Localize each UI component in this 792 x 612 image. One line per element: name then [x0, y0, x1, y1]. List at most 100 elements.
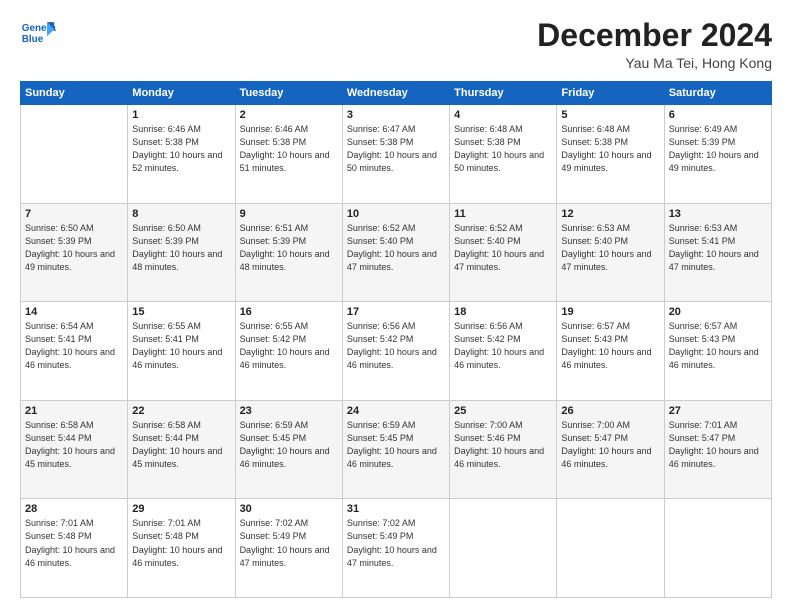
- day-info: Sunrise: 6:53 AMSunset: 5:40 PMDaylight:…: [561, 222, 659, 274]
- day-number: 8: [132, 208, 230, 220]
- calendar-cell: 26Sunrise: 7:00 AMSunset: 5:47 PMDayligh…: [557, 400, 664, 499]
- logo-icon: General Blue: [20, 18, 56, 46]
- calendar-cell: 1 Sunrise: 6:46 AMSunset: 5:38 PMDaylight…: [128, 105, 235, 204]
- header: General Blue December 2024 Yau Ma Tei, H…: [20, 18, 772, 71]
- header-sunday: Sunday: [21, 82, 128, 105]
- day-info: Sunrise: 7:00 AMSunset: 5:47 PMDaylight:…: [561, 419, 659, 471]
- calendar-week-2: 7 Sunrise: 6:50 AMSunset: 5:39 PMDaylight…: [21, 203, 772, 302]
- page: General Blue December 2024 Yau Ma Tei, H…: [0, 0, 792, 612]
- calendar-cell: 17Sunrise: 6:56 AMSunset: 5:42 PMDayligh…: [342, 302, 449, 401]
- day-number: 20: [669, 306, 767, 318]
- calendar-cell: 12 Sunrise: 6:53 AMSunset: 5:40 PMDayligh…: [557, 203, 664, 302]
- day-number: 18: [454, 306, 552, 318]
- calendar-cell: [450, 499, 557, 598]
- day-info: Sunrise: 7:01 AMSunset: 5:48 PMDaylight:…: [25, 517, 123, 569]
- day-info: Sunrise: 7:01 AMSunset: 5:48 PMDaylight:…: [132, 517, 230, 569]
- calendar-cell: 19Sunrise: 6:57 AMSunset: 5:43 PMDayligh…: [557, 302, 664, 401]
- calendar-cell: 30 Sunrise: 7:02 AMSunset: 5:49 PMDayligh…: [235, 499, 342, 598]
- day-number: 5: [561, 109, 659, 121]
- calendar-cell: 23 Sunrise: 6:59 AMSunset: 5:45 PMDayligh…: [235, 400, 342, 499]
- calendar-cell: [557, 499, 664, 598]
- title-block: December 2024 Yau Ma Tei, Hong Kong: [537, 18, 772, 71]
- day-number: 14: [25, 306, 123, 318]
- day-info: Sunrise: 6:48 AMSunset: 5:38 PMDaylight:…: [454, 123, 552, 175]
- day-number: 1: [132, 109, 230, 121]
- day-info: Sunrise: 6:51 AMSunset: 5:39 PMDaylight:…: [240, 222, 338, 274]
- day-info: Sunrise: 6:53 AMSunset: 5:41 PMDaylight:…: [669, 222, 767, 274]
- day-number: 6: [669, 109, 767, 121]
- day-info: Sunrise: 6:46 AMSunset: 5:38 PMDaylight:…: [132, 123, 230, 175]
- day-info: Sunrise: 6:57 AMSunset: 5:43 PMDaylight:…: [561, 320, 659, 372]
- day-info: Sunrise: 6:59 AMSunset: 5:45 PMDaylight:…: [240, 419, 338, 471]
- day-number: 9: [240, 208, 338, 220]
- day-info: Sunrise: 6:55 AMSunset: 5:42 PMDaylight:…: [240, 320, 338, 372]
- calendar-cell: 13 Sunrise: 6:53 AMSunset: 5:41 PMDayligh…: [664, 203, 771, 302]
- calendar-cell: 4 Sunrise: 6:48 AMSunset: 5:38 PMDaylight…: [450, 105, 557, 204]
- header-saturday: Saturday: [664, 82, 771, 105]
- day-number: 7: [25, 208, 123, 220]
- svg-text:Blue: Blue: [22, 34, 44, 45]
- day-info: Sunrise: 6:57 AMSunset: 5:43 PMDaylight:…: [669, 320, 767, 372]
- calendar-cell: 21 Sunrise: 6:58 AMSunset: 5:44 PMDayligh…: [21, 400, 128, 499]
- day-number: 30: [240, 503, 338, 515]
- day-number: 16: [240, 306, 338, 318]
- day-info: Sunrise: 6:52 AMSunset: 5:40 PMDaylight:…: [347, 222, 445, 274]
- header-thursday: Thursday: [450, 82, 557, 105]
- day-number: 23: [240, 405, 338, 417]
- day-number: 22: [132, 405, 230, 417]
- calendar-cell: 10 Sunrise: 6:52 AMSunset: 5:40 PMDayligh…: [342, 203, 449, 302]
- day-number: 15: [132, 306, 230, 318]
- calendar-cell: 6Sunrise: 6:49 AMSunset: 5:39 PMDaylight…: [664, 105, 771, 204]
- day-info: Sunrise: 7:02 AMSunset: 5:49 PMDaylight:…: [347, 517, 445, 569]
- calendar-week-5: 28 Sunrise: 7:01 AMSunset: 5:48 PMDayligh…: [21, 499, 772, 598]
- calendar-cell: 24Sunrise: 6:59 AMSunset: 5:45 PMDayligh…: [342, 400, 449, 499]
- day-number: 25: [454, 405, 552, 417]
- calendar-cell: 7 Sunrise: 6:50 AMSunset: 5:39 PMDaylight…: [21, 203, 128, 302]
- calendar-cell: 3 Sunrise: 6:47 AMSunset: 5:38 PMDaylight…: [342, 105, 449, 204]
- calendar-cell: 14 Sunrise: 6:54 AMSunset: 5:41 PMDayligh…: [21, 302, 128, 401]
- day-number: 3: [347, 109, 445, 121]
- day-number: 28: [25, 503, 123, 515]
- calendar-cell: 29Sunrise: 7:01 AMSunset: 5:48 PMDayligh…: [128, 499, 235, 598]
- calendar-cell: [21, 105, 128, 204]
- calendar-cell: 9 Sunrise: 6:51 AMSunset: 5:39 PMDaylight…: [235, 203, 342, 302]
- calendar-cell: 16 Sunrise: 6:55 AMSunset: 5:42 PMDayligh…: [235, 302, 342, 401]
- header-wednesday: Wednesday: [342, 82, 449, 105]
- calendar-cell: 25 Sunrise: 7:00 AMSunset: 5:46 PMDayligh…: [450, 400, 557, 499]
- day-number: 13: [669, 208, 767, 220]
- day-info: Sunrise: 6:58 AMSunset: 5:44 PMDaylight:…: [132, 419, 230, 471]
- header-monday: Monday: [128, 82, 235, 105]
- day-info: Sunrise: 6:52 AMSunset: 5:40 PMDaylight:…: [454, 222, 552, 274]
- day-info: Sunrise: 7:01 AMSunset: 5:47 PMDaylight:…: [669, 419, 767, 471]
- day-info: Sunrise: 6:56 AMSunset: 5:42 PMDaylight:…: [454, 320, 552, 372]
- day-info: Sunrise: 7:02 AMSunset: 5:49 PMDaylight:…: [240, 517, 338, 569]
- header-friday: Friday: [557, 82, 664, 105]
- calendar-cell: 22 Sunrise: 6:58 AMSunset: 5:44 PMDayligh…: [128, 400, 235, 499]
- day-info: Sunrise: 6:58 AMSunset: 5:44 PMDaylight:…: [25, 419, 123, 471]
- day-info: Sunrise: 6:54 AMSunset: 5:41 PMDaylight:…: [25, 320, 123, 372]
- day-number: 4: [454, 109, 552, 121]
- calendar-cell: 2Sunrise: 6:46 AMSunset: 5:38 PMDaylight…: [235, 105, 342, 204]
- calendar-week-1: 1 Sunrise: 6:46 AMSunset: 5:38 PMDaylight…: [21, 105, 772, 204]
- day-number: 31: [347, 503, 445, 515]
- calendar-cell: 28 Sunrise: 7:01 AMSunset: 5:48 PMDayligh…: [21, 499, 128, 598]
- day-info: Sunrise: 6:47 AMSunset: 5:38 PMDaylight:…: [347, 123, 445, 175]
- day-number: 21: [25, 405, 123, 417]
- calendar-header-row: Sunday Monday Tuesday Wednesday Thursday…: [21, 82, 772, 105]
- calendar-cell: 20 Sunrise: 6:57 AMSunset: 5:43 PMDayligh…: [664, 302, 771, 401]
- calendar-cell: 31 Sunrise: 7:02 AMSunset: 5:49 PMDayligh…: [342, 499, 449, 598]
- day-info: Sunrise: 6:50 AMSunset: 5:39 PMDaylight:…: [25, 222, 123, 274]
- day-number: 2: [240, 109, 338, 121]
- calendar-cell: 15Sunrise: 6:55 AMSunset: 5:41 PMDayligh…: [128, 302, 235, 401]
- day-number: 24: [347, 405, 445, 417]
- day-number: 27: [669, 405, 767, 417]
- day-number: 12: [561, 208, 659, 220]
- day-number: 11: [454, 208, 552, 220]
- day-info: Sunrise: 7:00 AMSunset: 5:46 PMDaylight:…: [454, 419, 552, 471]
- calendar-cell: 8Sunrise: 6:50 AMSunset: 5:39 PMDaylight…: [128, 203, 235, 302]
- calendar-cell: 5 Sunrise: 6:48 AMSunset: 5:38 PMDaylight…: [557, 105, 664, 204]
- day-number: 10: [347, 208, 445, 220]
- calendar-week-4: 21 Sunrise: 6:58 AMSunset: 5:44 PMDayligh…: [21, 400, 772, 499]
- logo: General Blue: [20, 18, 56, 46]
- day-info: Sunrise: 6:48 AMSunset: 5:38 PMDaylight:…: [561, 123, 659, 175]
